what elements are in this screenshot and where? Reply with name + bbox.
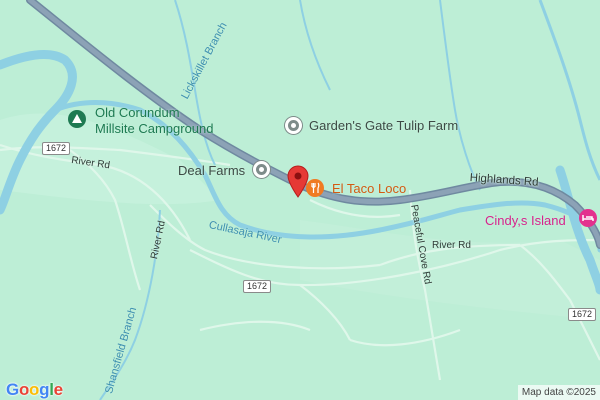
route-1672-shield-west: 1672 <box>42 142 71 155</box>
route-1672-shield-center: 1672 <box>243 280 272 293</box>
map-attribution[interactable]: Map data ©2025 <box>517 385 600 400</box>
map-canvas[interactable] <box>0 0 600 400</box>
campground-label-line2[interactable]: Millsite Campground <box>95 122 214 135</box>
tulip-farm-icon[interactable] <box>285 117 302 134</box>
google-logo: Google <box>6 380 63 399</box>
deal-farms-label[interactable]: Deal Farms <box>178 164 245 177</box>
hotel-icon[interactable] <box>579 209 597 227</box>
el-taco-loco-label[interactable]: El Taco Loco <box>332 182 406 195</box>
cindys-island-label[interactable]: Cindy,s Island <box>485 214 566 227</box>
tulip-farm-label[interactable]: Garden's Gate Tulip Farm <box>309 119 458 132</box>
route-1672-shield-east: 1672 <box>568 308 597 321</box>
deal-farms-icon[interactable] <box>253 161 270 178</box>
campground-icon[interactable] <box>68 110 86 128</box>
location-marker-icon[interactable] <box>286 164 310 198</box>
river-rd-label-east: River Rd <box>432 240 471 251</box>
campground-label-line1[interactable]: Old Corundum <box>95 106 180 119</box>
